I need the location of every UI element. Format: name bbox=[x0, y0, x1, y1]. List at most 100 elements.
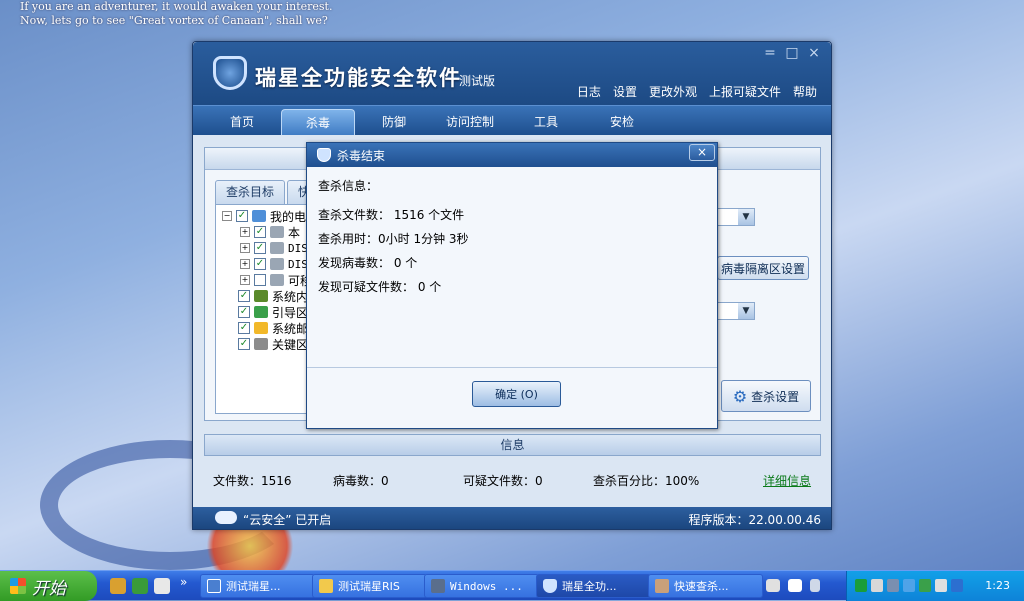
maximize-icon[interactable]: □ bbox=[785, 45, 799, 61]
scan-option-dropdown[interactable]: ▼ bbox=[715, 302, 755, 320]
task-button[interactable]: 快速查杀... bbox=[648, 574, 763, 598]
desktop-caption-line: Now, lets go to see "Great vortex of Can… bbox=[20, 14, 328, 27]
menu-help[interactable]: 帮助 bbox=[793, 83, 817, 100]
checkbox[interactable]: ✓ bbox=[254, 258, 266, 270]
detail-info-link[interactable]: 详细信息 bbox=[763, 472, 811, 489]
viruses-found: 发现病毒数： 0 个 bbox=[318, 256, 418, 270]
memory-icon bbox=[254, 290, 268, 302]
cloud-icon bbox=[215, 511, 237, 524]
language-bar-icon[interactable] bbox=[810, 579, 820, 592]
tab-antivirus[interactable]: 杀毒 bbox=[281, 109, 355, 135]
expand-icon[interactable]: + bbox=[240, 275, 250, 285]
tree-item-mail[interactable]: ✓ 系统邮 bbox=[238, 320, 308, 336]
clock: 1:23 bbox=[985, 579, 1010, 592]
checkbox[interactable]: ✓ bbox=[254, 242, 266, 254]
task-button[interactable]: 测试瑞星RIS bbox=[312, 574, 427, 598]
scan-percent: 查杀百分比：100% bbox=[593, 474, 700, 488]
folder-icon bbox=[319, 579, 333, 593]
tab-security-check[interactable]: 安检 bbox=[585, 109, 659, 135]
start-button[interactable]: 开始 bbox=[0, 571, 97, 601]
checkbox[interactable]: ✓ bbox=[254, 226, 266, 238]
task-label: 测试瑞星... bbox=[226, 580, 281, 593]
scan-complete-dialog: 杀毒结束 × 查杀信息： 查杀文件数： 1516 个文件 查杀用时：0小时 1分… bbox=[306, 142, 718, 429]
tree-label: 本 bbox=[288, 225, 301, 240]
tree-item-drive[interactable]: + ✓ 本 bbox=[240, 224, 300, 240]
tab-tools[interactable]: 工具 bbox=[509, 109, 583, 135]
tray-misc-icon[interactable] bbox=[935, 579, 947, 592]
tree-label: 我的电 bbox=[270, 209, 307, 224]
keyboard-icon[interactable] bbox=[766, 579, 780, 592]
task-button[interactable]: Windows ... bbox=[424, 574, 539, 598]
quicklaunch-chevron[interactable]: » bbox=[180, 575, 187, 589]
ok-button[interactable]: 确定 (O) bbox=[472, 381, 561, 407]
network-icon[interactable] bbox=[887, 579, 899, 592]
checkbox[interactable]: ✓ bbox=[238, 338, 250, 350]
menu-change-skin[interactable]: 更改外观 bbox=[649, 83, 697, 100]
checkbox[interactable]: ✓ bbox=[238, 306, 250, 318]
chevron-down-icon[interactable]: ▼ bbox=[738, 209, 754, 225]
menu-report-suspicious[interactable]: 上报可疑文件 bbox=[709, 83, 781, 100]
tray-app-icon[interactable] bbox=[855, 579, 867, 592]
checkbox[interactable]: ✓ bbox=[238, 322, 250, 334]
close-icon[interactable]: × bbox=[807, 45, 821, 61]
checkbox[interactable]: ✓ bbox=[238, 290, 250, 302]
tree-item-memory[interactable]: ✓ 系统内 bbox=[238, 288, 308, 304]
tab-defense[interactable]: 防御 bbox=[357, 109, 431, 135]
task-label: 快速查杀... bbox=[674, 580, 729, 593]
virus-count: 病毒数：0 bbox=[333, 474, 389, 488]
tab-home[interactable]: 首页 bbox=[205, 109, 279, 135]
tree-label: 引导区 bbox=[272, 305, 309, 320]
tree-item-boot[interactable]: ✓ 引导区 bbox=[238, 304, 308, 320]
task-label: 瑞星全功... bbox=[562, 580, 617, 593]
expand-icon[interactable]: + bbox=[240, 227, 250, 237]
gear-icon: ⚙ bbox=[732, 386, 748, 406]
scan-settings-button[interactable]: ⚙ 查杀设置 bbox=[721, 380, 811, 412]
system-tray: 1:23 bbox=[846, 571, 1024, 601]
help-icon[interactable] bbox=[788, 579, 802, 592]
desktop-caption-line: If you are an adventurer, it would awake… bbox=[20, 0, 333, 13]
chevron-down-icon[interactable]: ▼ bbox=[738, 303, 754, 319]
files-scanned: 查杀文件数： 1516 个文件 bbox=[318, 208, 465, 222]
rising-shield-icon bbox=[543, 579, 557, 593]
tray-monitor-icon[interactable] bbox=[951, 579, 963, 592]
cloud-security-status[interactable]: “云安全” 已开启 bbox=[243, 511, 331, 528]
expand-icon[interactable]: + bbox=[240, 243, 250, 253]
collapse-icon[interactable]: − bbox=[222, 211, 232, 221]
refresh-icon[interactable] bbox=[132, 578, 148, 594]
task-label: Windows ... bbox=[450, 579, 523, 593]
quick-scan-icon bbox=[655, 579, 669, 593]
rising-logo-icon bbox=[213, 56, 247, 90]
scan-action-dropdown[interactable]: ▼ bbox=[715, 208, 755, 226]
checkbox[interactable] bbox=[254, 274, 266, 286]
taskbar: 开始 » 测试瑞星... 测试瑞星RIS Windows ... 瑞星全功...… bbox=[0, 570, 1024, 601]
volume-icon[interactable] bbox=[871, 579, 883, 592]
tab-access-control[interactable]: 访问控制 bbox=[433, 109, 507, 135]
task-button-active[interactable]: 瑞星全功... bbox=[536, 574, 651, 598]
drive-icon bbox=[270, 258, 284, 270]
menu-settings[interactable]: 设置 bbox=[613, 83, 637, 100]
window-header: 瑞星全功能安全软件 测试版 = □ × 日志 设置 更改外观 上报可疑文件 帮助 bbox=[193, 42, 831, 105]
task-button[interactable]: 测试瑞星... bbox=[200, 574, 315, 598]
show-desktop-icon[interactable] bbox=[110, 578, 126, 594]
minimize-icon[interactable]: = bbox=[763, 45, 777, 61]
app-edition: 测试版 bbox=[459, 74, 496, 88]
expand-icon[interactable]: + bbox=[240, 259, 250, 269]
tree-item-key-area[interactable]: ✓ 关键区 bbox=[238, 336, 308, 352]
checkbox[interactable]: ✓ bbox=[236, 210, 248, 222]
desktop-caption: If you are an adventurer, it would awake… bbox=[20, 0, 332, 28]
menu-log[interactable]: 日志 bbox=[577, 83, 601, 100]
dialog-close-button[interactable]: × bbox=[689, 144, 715, 161]
tree-item-drive[interactable]: + ✓ DIS bbox=[240, 256, 308, 272]
top-menu: 日志 设置 更改外观 上报可疑文件 帮助 bbox=[577, 83, 817, 100]
dialog-divider bbox=[307, 367, 717, 368]
media-player-icon[interactable] bbox=[154, 578, 170, 594]
tab-scan-targets[interactable]: 查杀目标 bbox=[215, 180, 286, 204]
rising-tray-icon[interactable] bbox=[903, 579, 915, 592]
security-tray-icon[interactable] bbox=[919, 579, 931, 592]
tree-label: 关键区 bbox=[272, 337, 309, 352]
tree-label: DIS bbox=[288, 257, 308, 271]
quarantine-settings-button[interactable]: 病毒隔离区设置 bbox=[717, 256, 809, 280]
tree-item-my-computer[interactable]: − ✓ 我的电 bbox=[222, 208, 306, 224]
tree-item-removable[interactable]: + 可移 bbox=[240, 272, 312, 288]
tree-item-drive[interactable]: + ✓ DIS bbox=[240, 240, 308, 256]
